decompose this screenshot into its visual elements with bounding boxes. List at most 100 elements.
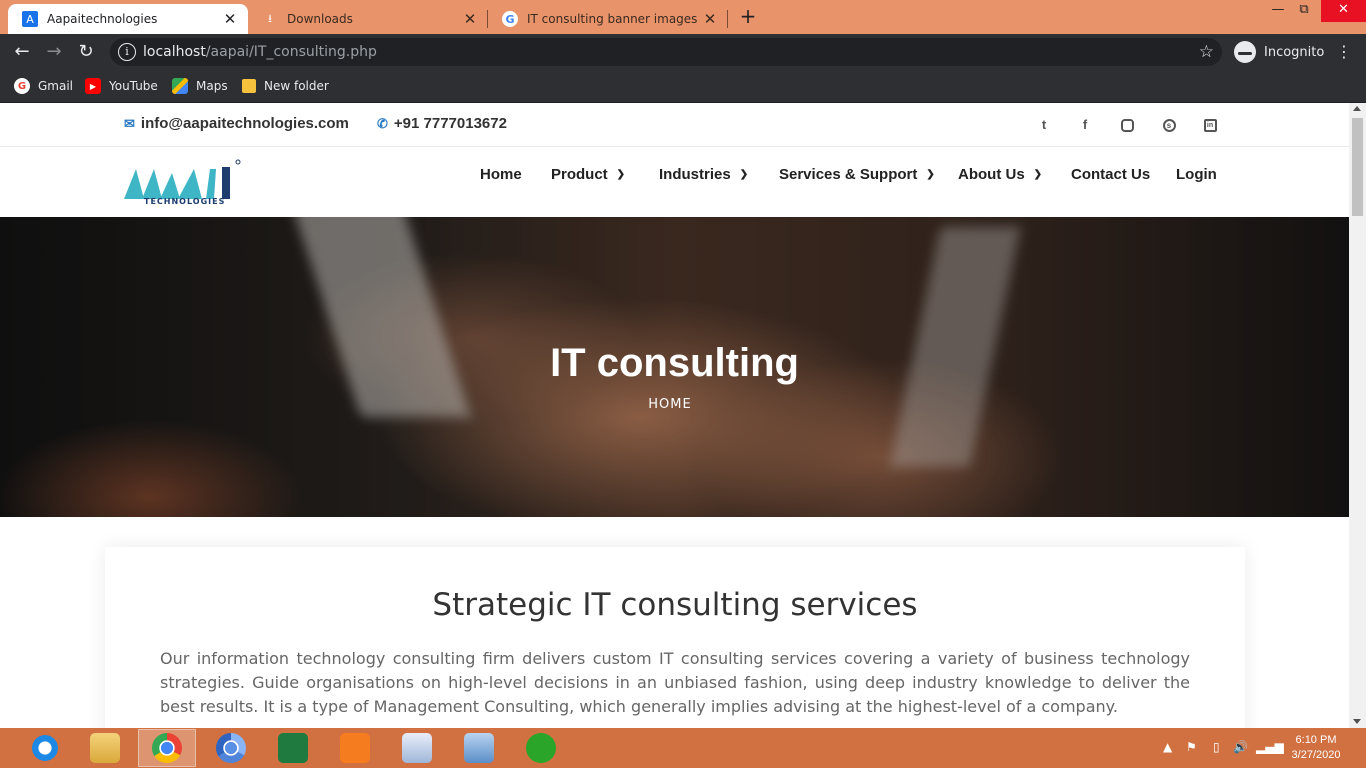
tab-title: IT consulting banner images hd - — [527, 12, 700, 26]
text-editor-icon[interactable] — [388, 729, 446, 767]
address-toolbar: ← → ↻ i localhost/aapai/IT_consulting.ph… — [0, 34, 1366, 70]
chevron-down-icon: ❯ — [926, 168, 935, 180]
bookmark-gmail[interactable]: G Gmail — [14, 76, 73, 96]
url-host: localhost — [143, 44, 206, 60]
google-icon: G — [14, 78, 30, 94]
phone-text: +91 7777013672 — [393, 115, 507, 132]
nav-product[interactable]: Product ❯ — [551, 165, 625, 183]
windows-taskbar: ▲ ⚑ ▯ 🔊 ▂▄▆ 6:10 PM 3/27/2020 — [0, 728, 1366, 768]
nav-contact-us[interactable]: Contact Us — [1071, 165, 1150, 183]
bookmark-new-folder[interactable]: New folder — [242, 76, 329, 96]
tab-google-search[interactable]: G IT consulting banner images hd - ✕ — [488, 4, 728, 34]
forward-arrow-icon[interactable]: → — [43, 41, 65, 63]
download-icon: ⭳ — [268, 11, 272, 25]
reload-icon[interactable]: ↻ — [75, 41, 97, 63]
facebook-icon[interactable]: f — [1075, 115, 1095, 135]
tab-title: Downloads — [287, 12, 353, 26]
email-text: info@aapaitechnologies.com — [140, 115, 349, 132]
nav-label: About Us — [958, 165, 1025, 183]
close-icon[interactable]: ✕ — [460, 10, 480, 28]
page-scrollbar[interactable] — [1349, 103, 1366, 728]
back-arrow-icon[interactable]: ← — [11, 41, 33, 63]
nav-login[interactable]: Login — [1176, 165, 1217, 183]
new-tab-button[interactable]: + — [737, 6, 759, 28]
address-field[interactable]: i localhost/aapai/IT_consulting.php ☆ — [110, 38, 1222, 66]
section-body: Our information technology consulting fi… — [160, 649, 1190, 716]
clock-time: 6:10 PM — [1295, 734, 1337, 746]
window-close-icon[interactable]: ✕ — [1321, 0, 1366, 22]
bookmark-star-icon[interactable]: ☆ — [1199, 42, 1214, 62]
instagram-icon[interactable] — [1117, 115, 1137, 135]
aapai-logo[interactable]: TECHNOLOGIES — [122, 159, 244, 209]
bookmark-label: Maps — [196, 79, 228, 93]
scroll-down-arrow-icon[interactable] — [1353, 719, 1361, 724]
nav-label: Login — [1176, 165, 1217, 183]
email-contact[interactable]: ✉ info@aapaitechnologies.com — [124, 115, 349, 132]
scroll-up-arrow-icon[interactable] — [1353, 106, 1361, 111]
url-text: localhost/aapai/IT_consulting.php — [143, 44, 377, 60]
nav-home[interactable]: Home — [480, 165, 522, 183]
xampp-icon[interactable] — [326, 729, 384, 767]
device-icon[interactable]: ▯ — [1213, 740, 1220, 754]
bookmark-maps[interactable]: Maps — [172, 76, 228, 96]
green-app-icon[interactable] — [512, 729, 570, 767]
logo-tagline: TECHNOLOGIES — [144, 197, 226, 206]
tab-aapaitechnologies[interactable]: A Aapaitechnologies ✕ — [8, 4, 248, 34]
contact-strip: ✉ info@aapaitechnologies.com ✆ +91 77770… — [0, 103, 1349, 147]
restore-icon[interactable]: ⧉ — [1289, 0, 1319, 22]
control-panel-icon[interactable] — [450, 729, 508, 767]
tab-downloads[interactable]: ⭳ Downloads ✕ — [248, 4, 488, 34]
nav-label: Contact Us — [1071, 165, 1151, 183]
tab-title: Aapaitechnologies — [47, 12, 158, 26]
nav-services-support[interactable]: Services & Support ❯ — [779, 165, 935, 183]
url-path: /aapai/IT_consulting.php — [205, 44, 377, 60]
linkedin-icon[interactable]: in — [1200, 115, 1220, 135]
folder-icon — [242, 79, 256, 93]
nav-label: Services & Support — [779, 165, 918, 183]
tab-separator — [727, 10, 728, 28]
aapai-favicon: A — [22, 11, 38, 27]
volume-icon[interactable]: 🔊 — [1233, 740, 1248, 754]
close-icon[interactable]: ✕ — [220, 10, 240, 28]
hero-banner: IT consulting HOME — [0, 217, 1349, 517]
breadcrumb-home[interactable]: HOME — [0, 397, 1340, 412]
menu-kebab-icon[interactable]: ⋮ — [1336, 42, 1352, 61]
phone-icon: ✆ — [377, 115, 388, 131]
action-center-flag-icon[interactable]: ⚑ — [1186, 740, 1197, 754]
site-info-icon[interactable]: i — [118, 43, 136, 61]
bookmark-label: Gmail — [38, 79, 74, 93]
chromium-icon[interactable] — [202, 729, 260, 767]
chevron-down-icon: ❯ — [1033, 168, 1043, 180]
system-clock[interactable]: 6:10 PM 3/27/2020 — [1278, 733, 1354, 763]
browser-tab-strip: A Aapaitechnologies ✕ ⭳ Downloads ✕ G IT… — [0, 0, 1366, 34]
show-hidden-icons-icon[interactable]: ▲ — [1163, 740, 1172, 754]
hero-title: IT consulting — [550, 341, 799, 385]
internet-explorer-icon[interactable] — [16, 729, 74, 767]
youtube-icon: ▶ — [85, 78, 101, 94]
nav-label: Home — [480, 165, 522, 183]
incognito-indicator[interactable]: Incognito — [1234, 38, 1324, 66]
clock-date: 3/27/2020 — [1291, 749, 1341, 761]
bookmarks-bar: G Gmail ▶ YouTube Maps New folder — [0, 70, 1366, 103]
bookmark-label: New folder — [264, 79, 329, 93]
bookmark-label: YouTube — [109, 79, 158, 93]
chevron-down-icon: ❯ — [739, 168, 749, 180]
close-icon[interactable]: ✕ — [700, 10, 720, 28]
incognito-label: Incognito — [1264, 44, 1325, 60]
maps-icon — [172, 78, 188, 94]
bookmark-youtube[interactable]: ▶ YouTube — [85, 76, 158, 96]
chevron-down-icon: ❯ — [616, 168, 626, 180]
main-navigation: TECHNOLOGIES Home Product ❯ Industries ❯ S… — [0, 147, 1349, 217]
phone-contact[interactable]: ✆ +91 7777013672 — [377, 115, 507, 132]
file-explorer-icon[interactable] — [76, 729, 134, 767]
nav-label: Industries — [659, 165, 731, 183]
nav-industries[interactable]: Industries ❯ — [659, 165, 748, 183]
nav-about-us[interactable]: About Us ❯ — [958, 165, 1042, 183]
skype-icon[interactable]: s — [1159, 115, 1179, 135]
excel-icon[interactable] — [264, 729, 322, 767]
section-heading: Strategic IT consulting services — [432, 587, 918, 623]
google-icon: G — [502, 11, 518, 27]
chrome-icon[interactable] — [138, 729, 196, 767]
scroll-thumb[interactable] — [1352, 118, 1363, 216]
twitter-icon[interactable]: t — [1034, 115, 1054, 135]
